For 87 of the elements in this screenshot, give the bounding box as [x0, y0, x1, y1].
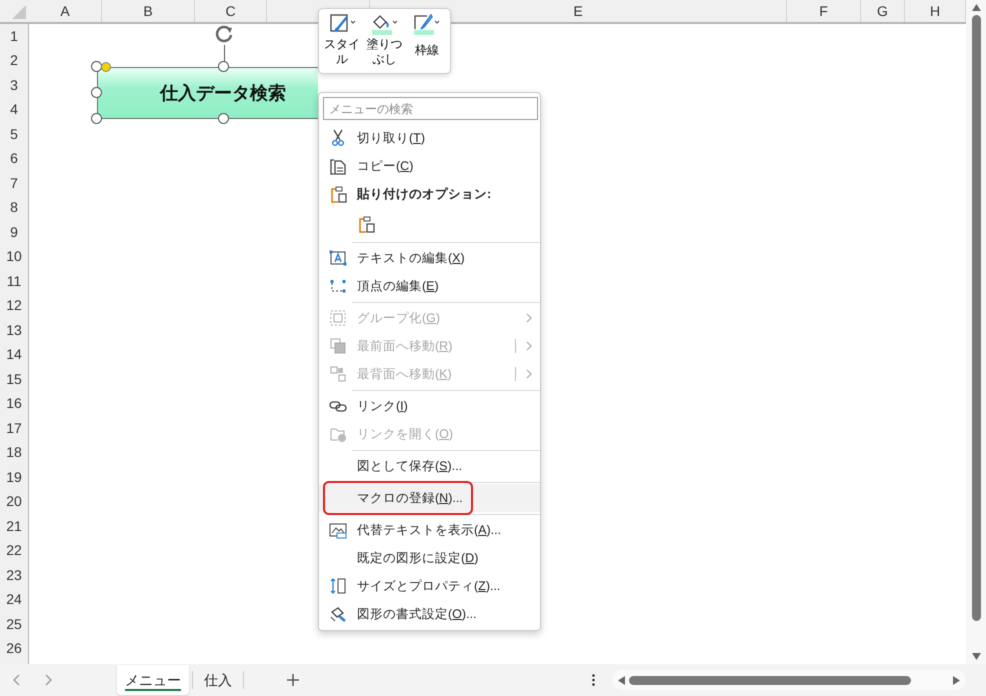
resize-arrows-icon [329, 577, 347, 595]
column-header[interactable]: B [143, 0, 153, 22]
row-header[interactable]: 25 [0, 612, 28, 636]
bring-forward-icon [329, 337, 347, 355]
row-header[interactable]: 12 [0, 294, 28, 318]
menu-item[interactable]: 図形の書式設定(O)... [319, 600, 540, 628]
clipboard-icon [357, 215, 375, 234]
section-header: 貼り付けのオプション: [357, 186, 492, 203]
text-box-icon [329, 249, 347, 267]
next-sheet-icon[interactable] [44, 674, 52, 686]
row-header[interactable]: 16 [0, 392, 28, 416]
chevron-right-icon [526, 341, 532, 351]
toolbar-button[interactable]: 塗りつぶし [364, 13, 404, 69]
scissors-icon [329, 129, 347, 147]
row-header[interactable]: 26 [0, 636, 28, 661]
brush-icon [329, 605, 347, 623]
scrollbar-thumb[interactable] [629, 676, 911, 684]
send-backward-icon [329, 365, 347, 383]
resize-handle[interactable] [218, 61, 229, 72]
menu-item[interactable]: サイズとプロパティ(Z)... [319, 572, 540, 600]
row-header[interactable]: 22 [0, 538, 28, 563]
resize-handle[interactable] [218, 113, 229, 124]
row-header[interactable]: 21 [0, 514, 28, 538]
paint-bucket-icon [370, 13, 398, 36]
row-header[interactable]: 3 [0, 73, 28, 98]
more-options-icon[interactable] [592, 674, 595, 686]
button-shape[interactable]: 仕入データ検索 [97, 67, 318, 119]
rotate-handle-icon[interactable] [214, 24, 234, 44]
adjust-handle[interactable] [101, 62, 111, 72]
row-header[interactable]: 1 [0, 24, 28, 48]
scroll-right-icon[interactable] [953, 676, 960, 684]
scroll-left-icon[interactable] [618, 676, 625, 684]
group-icon [329, 309, 347, 327]
menu-item[interactable]: マクロの登録(N)... [319, 484, 540, 512]
scroll-down-icon[interactable] [972, 653, 980, 660]
row-header[interactable]: 20 [0, 490, 28, 514]
chevron-right-icon [526, 313, 532, 323]
row-header[interactable]: 6 [0, 146, 28, 171]
toolbar-button[interactable]: スタイル [322, 13, 362, 69]
row-header[interactable]: 2 [0, 48, 28, 73]
menu-item[interactable]: 図として保存(S)... [319, 452, 540, 480]
menu-item[interactable]: 代替テキストを表示(A)... [319, 516, 540, 544]
resize-handle[interactable] [91, 61, 102, 72]
sheet-tab[interactable]: メニュー [117, 665, 189, 695]
column-header[interactable]: A [60, 0, 70, 22]
row-header[interactable]: 15 [0, 367, 28, 392]
column-header[interactable]: F [819, 0, 828, 22]
menu-item[interactable]: コピー(C) [319, 152, 540, 180]
picture-icon [329, 521, 347, 539]
row-header[interactable]: 13 [0, 318, 28, 342]
search-field[interactable]: メニューの検索 [323, 97, 538, 120]
row-header[interactable]: 11 [0, 269, 28, 294]
pencil-icon [413, 13, 440, 36]
menu-item[interactable]: 頂点の編集(E) [319, 272, 540, 300]
menu-item[interactable]: リンク(I) [319, 392, 540, 420]
previous-sheet-icon[interactable] [12, 674, 20, 686]
row-header[interactable]: 4 [0, 98, 28, 122]
column-header[interactable]: G [877, 0, 888, 22]
menu-item[interactable]: 既定の図形に設定(D) [319, 544, 540, 572]
sheet-tab[interactable]: 仕入 [196, 665, 240, 695]
menu-item[interactable]: テキストの編集(X) [319, 244, 540, 272]
row-header[interactable]: 24 [0, 588, 28, 612]
row-header[interactable]: 17 [0, 416, 28, 440]
row-header[interactable]: 14 [0, 342, 28, 367]
clipboard-icon [329, 185, 347, 203]
row-header[interactable]: 5 [0, 122, 28, 146]
add-sheet-icon[interactable] [287, 674, 299, 686]
row-header[interactable]: 7 [0, 171, 28, 196]
toolbar-button[interactable]: 枠線 [406, 13, 447, 69]
chevron-right-icon [526, 369, 532, 379]
column-header[interactable]: E [573, 0, 583, 22]
copy-icon [329, 157, 347, 175]
row-header[interactable]: 9 [0, 220, 28, 244]
row-header[interactable]: 23 [0, 563, 28, 588]
scrollbar-thumb[interactable] [972, 15, 980, 621]
row-header[interactable]: 19 [0, 465, 28, 490]
column-header[interactable]: C [225, 0, 236, 22]
column-header[interactable]: H [930, 0, 940, 22]
row-header[interactable]: 8 [0, 196, 28, 220]
resize-handle[interactable] [91, 113, 102, 124]
menu-item[interactable]: 切り取り(T) [319, 124, 540, 152]
resize-handle[interactable] [91, 87, 102, 98]
edit-points-icon [329, 277, 347, 295]
paste-button[interactable] [357, 214, 375, 234]
row-header[interactable]: 18 [0, 440, 28, 465]
scroll-up-icon[interactable] [972, 4, 980, 11]
row-header[interactable]: 10 [0, 244, 28, 269]
